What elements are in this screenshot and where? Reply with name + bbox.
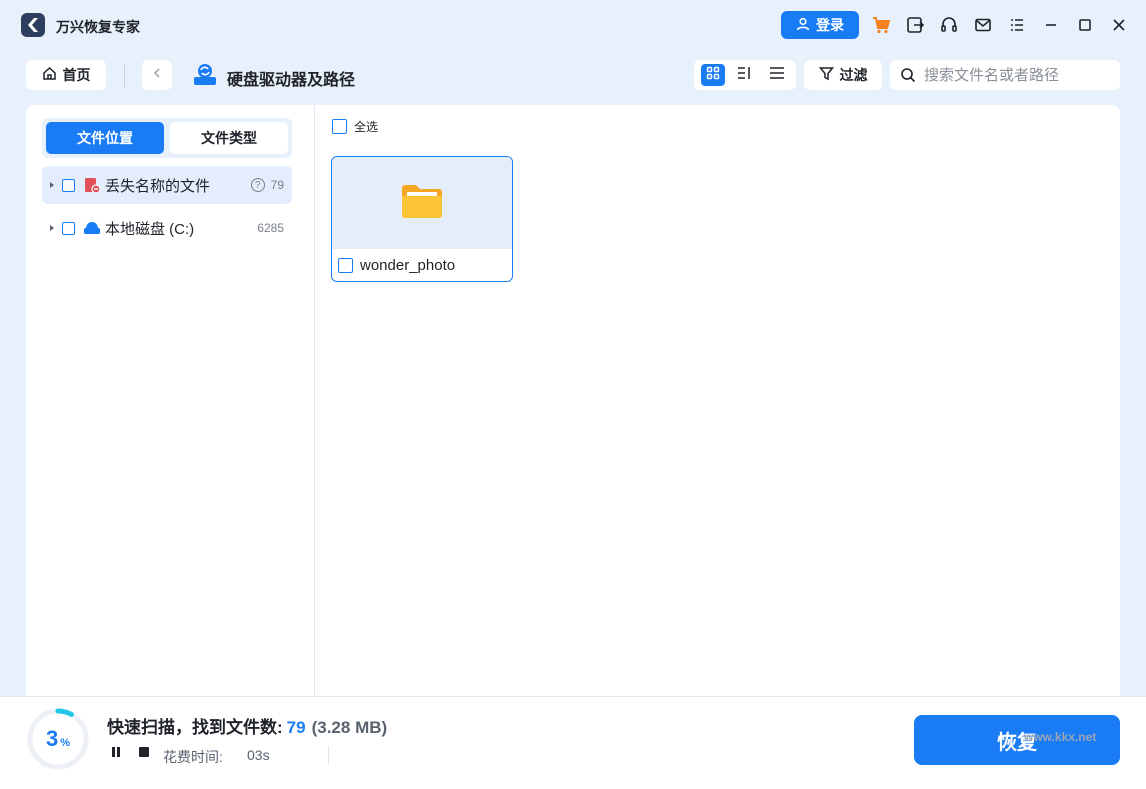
login-button[interactable]: 登录 (781, 11, 859, 39)
checkbox[interactable] (62, 221, 75, 235)
progress-number: 3 (45, 726, 59, 751)
toolbar-divider (124, 63, 125, 87)
home-button[interactable]: 首页 (26, 60, 106, 90)
select-all-checkbox[interactable] (332, 119, 347, 134)
checkbox[interactable] (62, 178, 75, 192)
scan-status: 快速扫描，找到文件数: 79 (3.28 MB) (107, 713, 387, 738)
headset-icon[interactable] (938, 14, 960, 36)
stop-icon (138, 745, 150, 763)
filter-button[interactable]: 过滤 (804, 60, 882, 90)
close-icon[interactable] (1108, 14, 1130, 36)
select-all-label: 全选 (354, 120, 379, 134)
watermark: www.kkx.net (1024, 730, 1097, 744)
login-label: 登录 (816, 17, 844, 33)
app-logo (21, 13, 45, 37)
pause-icon (110, 745, 122, 763)
tree-item-meta: ? 79 (250, 178, 284, 192)
lost-file-icon (83, 176, 101, 194)
filter-label: 过滤 (839, 67, 868, 83)
pause-button[interactable] (108, 746, 124, 762)
search-icon (900, 67, 916, 83)
minimize-icon[interactable] (1040, 14, 1062, 36)
tree-item-label: 本地磁盘 (C:) (105, 220, 195, 238)
file-name: wonder_photo (360, 256, 456, 274)
folder-icon (400, 179, 444, 228)
caret-right-icon[interactable] (42, 224, 62, 232)
file-thumbnail (332, 157, 512, 249)
select-all[interactable]: 全选 (332, 118, 378, 135)
export-icon[interactable] (904, 14, 926, 36)
view-mode-group (694, 60, 796, 90)
chevron-left-icon (151, 66, 163, 84)
grid-icon (706, 66, 720, 85)
status-divider (328, 746, 329, 764)
tab-file-type[interactable]: 文件类型 (170, 122, 288, 154)
disk-icon (83, 219, 101, 237)
location-type-tabs: 文件位置 文件类型 (42, 118, 292, 158)
drive-sync-icon (192, 63, 218, 92)
file-count: 79 (286, 718, 306, 737)
search-box (890, 60, 1120, 90)
scan-label: 快速扫描，找到文件数: (107, 718, 283, 737)
list-icon (769, 66, 785, 85)
detail-list-icon (737, 66, 753, 85)
home-icon (42, 66, 57, 84)
grid-view-button[interactable] (701, 64, 725, 86)
menu-icon[interactable] (1006, 14, 1028, 36)
caret-right-icon[interactable] (42, 181, 62, 189)
tree-item-count: 79 (270, 178, 284, 192)
tree-item-lost-files[interactable]: 丢失名称的文件 ? 79 (42, 166, 292, 204)
progress-percent: 3 % (26, 707, 90, 771)
app-title: 万兴恢复专家 (56, 19, 140, 35)
search-input[interactable] (922, 65, 1116, 85)
tree-item-local-disk[interactable]: 本地磁盘 (C:) 6285 (42, 209, 292, 247)
tree-item-count: 6285 (257, 221, 284, 235)
mail-icon[interactable] (972, 14, 994, 36)
page-title: 硬盘驱动器及路径 (227, 72, 356, 89)
help-icon[interactable]: ? (250, 178, 265, 192)
file-checkbox[interactable] (338, 257, 353, 273)
tab-file-location[interactable]: 文件位置 (46, 122, 164, 154)
filter-icon (818, 66, 834, 84)
user-icon (796, 17, 810, 34)
detail-view-button[interactable] (733, 64, 757, 86)
tree-item-label: 丢失名称的文件 (105, 177, 211, 195)
progress-unit: % (60, 737, 71, 749)
list-view-button[interactable] (765, 64, 789, 86)
file-card[interactable]: wonder_photo (331, 156, 513, 282)
elapsed-time-value: 03s (247, 747, 270, 763)
tree-item-meta: 6285 (257, 221, 284, 235)
home-label: 首页 (62, 67, 91, 83)
file-size: (3.28 MB) (311, 718, 388, 737)
elapsed-time-label: 花费时间: (163, 749, 223, 765)
cart-icon[interactable] (870, 14, 892, 36)
back-button[interactable] (142, 60, 172, 90)
stop-button[interactable] (136, 746, 152, 762)
maximize-icon[interactable] (1074, 14, 1096, 36)
